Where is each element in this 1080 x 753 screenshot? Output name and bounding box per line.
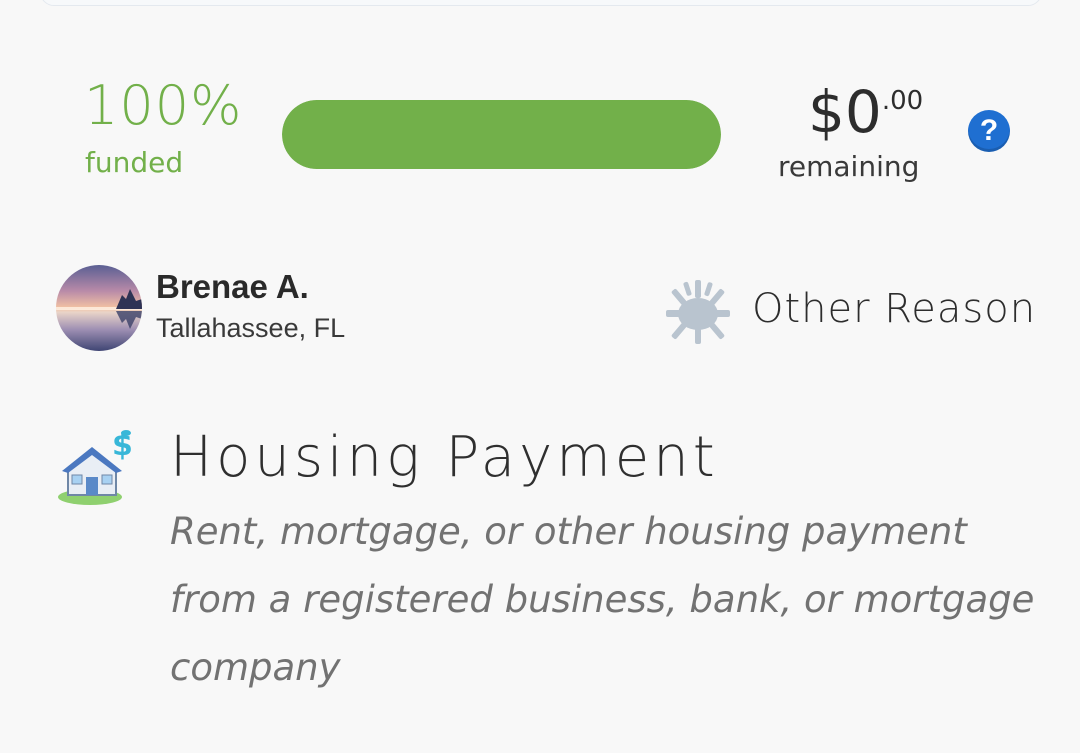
avatar[interactable] — [56, 265, 142, 351]
funded-percent: 100% — [84, 74, 243, 137]
category-title: Housing Payment — [170, 425, 719, 490]
top-card-edge — [40, 0, 1042, 6]
campaign-summary: 100% funded $0.00 remaining ? Brenae A. … — [0, 0, 1080, 753]
remaining-amount: $0.00 — [808, 78, 923, 146]
funded-label: funded — [85, 146, 184, 179]
remaining-dollars: $0 — [808, 78, 882, 146]
house-dollar-icon: $ — [54, 425, 144, 509]
user-name[interactable]: Brenae A. — [156, 268, 309, 306]
reason-label: Other Reason — [752, 286, 1037, 332]
funding-progress-bar — [282, 100, 721, 169]
remaining-label: remaining — [778, 150, 920, 183]
remaining-cents: .00 — [881, 86, 924, 116]
sunburst-icon — [664, 276, 732, 346]
user-location: Tallahassee, FL — [156, 313, 346, 343]
lake-sunset-avatar — [56, 265, 142, 351]
category-description: Rent, mortgage, or other housing payment… — [170, 510, 1035, 689]
help-icon[interactable]: ? — [968, 110, 1010, 152]
funding-progress-fill — [282, 100, 721, 169]
